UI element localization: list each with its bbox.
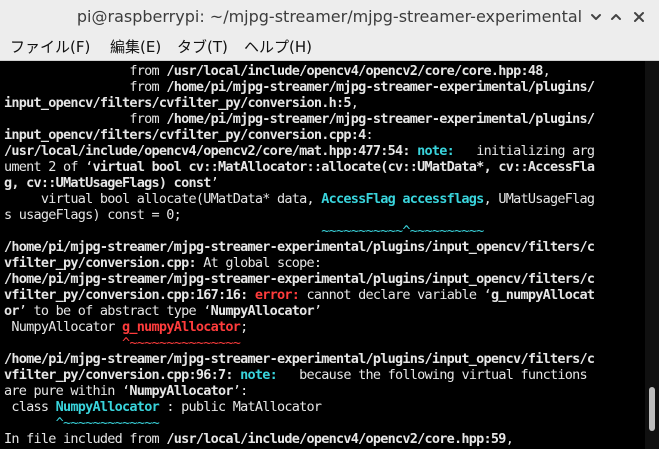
terminal-text-segment: /home/pi/mjpg-streamer/mjpg-streamer-exp… <box>4 351 595 367</box>
window-title: pi@raspberrypi: ~/mjpg-streamer/mjpg-str… <box>76 7 583 26</box>
terminal-text-segment: input_opencv/filters/cvfilter_py/convers… <box>4 127 366 143</box>
terminal-text-segment: from <box>4 79 167 95</box>
terminal-line: vfilter_py/conversion.cpp:167:16: error:… <box>4 287 595 303</box>
terminal-line: virtual bool allocate(UMatData* data, Ac… <box>4 191 595 207</box>
terminal-line: from /home/pi/mjpg-streamer/mjpg-streame… <box>4 111 595 127</box>
terminal-text-segment: vfilter_py/conversion.cpp: <box>4 255 197 271</box>
terminal-text-segment: from <box>4 111 167 127</box>
terminal-line: NumpyAllocator g_numpyAllocator; <box>4 319 248 335</box>
menu-tabs[interactable]: タブ(T) <box>177 34 228 60</box>
title-bar[interactable]: pi@raspberrypi: ~/mjpg-streamer/mjpg-str… <box>0 0 659 34</box>
terminal-text-segment: initializing arg <box>454 143 595 159</box>
terminal-text-segment: ^~~~~~~~~~~~~~ <box>55 415 160 431</box>
terminal-text-segment: /usr/local/include/opencv4/opencv2/core/… <box>4 143 411 159</box>
menu-file[interactable]: ファイル(F) <box>10 34 90 60</box>
terminal-text-segment: /home/pi/mjpg-streamer/mjpg-streamer-exp… <box>166 111 595 127</box>
terminal-text-segment: /usr/local/include/opencv4/opencv2/core.… <box>166 431 506 447</box>
terminal-text-segment: NumpyAllocator <box>55 399 160 415</box>
terminal-text-segment: vfilter_py/conversion.cpp:96:7: <box>4 367 233 383</box>
terminal-text-segment: virtual bool cv::MatAllocator::allocate(… <box>92 159 595 175</box>
terminal-line: ument 2 of ‘virtual bool cv::MatAllocato… <box>4 159 595 175</box>
terminal-text-segment: ’: <box>232 383 249 399</box>
terminal-line: vfilter_py/conversion.cpp:96:7: note: be… <box>4 367 588 383</box>
terminal-text-segment: input_opencv/filters/cvfilter_py/convers… <box>4 95 352 111</box>
terminal-text-segment: ’ to be of abstract type ‘ <box>18 303 212 319</box>
terminal-line: ^~~~~~~~~~~~~~~~ <box>4 335 241 351</box>
terminal-text-segment: : public MatAllocator <box>158 399 322 415</box>
terminal-text-segment: note: <box>240 367 278 383</box>
terminal-text-segment: are pure within ‘ <box>4 383 130 399</box>
terminal-text-segment: cannot declare variable ‘ <box>299 287 492 303</box>
terminal-line: /home/pi/mjpg-streamer/mjpg-streamer-exp… <box>4 271 595 287</box>
terminal-text-segment: g_numpyAllocat <box>490 287 595 303</box>
minimize-icon[interactable] <box>585 6 607 28</box>
terminal-text-segment: At global scope: <box>195 255 322 271</box>
menu-edit[interactable]: 編集(E) <box>110 34 161 60</box>
terminal-line: ~~~~~~~~~~~^~~~~~~~~~~ <box>4 223 484 239</box>
terminal-text-segment: ; <box>240 319 248 335</box>
terminal-line: /home/pi/mjpg-streamer/mjpg-streamer-exp… <box>4 239 595 255</box>
menu-help[interactable]: ヘルプ(H) <box>244 34 312 60</box>
terminal-text-segment: vfilter_py/conversion.cpp:167:16: <box>4 287 248 303</box>
terminal-text-segment: ument 2 of ‘ <box>4 159 93 175</box>
terminal-line: from /home/pi/mjpg-streamer/mjpg-streame… <box>4 79 595 95</box>
terminal-text-segment: g, cv::UMatUsageFlags) const <box>4 175 211 191</box>
terminal-text-segment: ’ <box>313 303 322 319</box>
terminal-line: or’ to be of abstract type ‘NumpyAllocat… <box>4 303 322 319</box>
terminal-line: vfilter_py/conversion.cpp: At global sco… <box>4 255 322 271</box>
terminal-text-segment: , <box>505 431 514 447</box>
terminal-text-segment: /home/pi/mjpg-streamer/mjpg-streamer-exp… <box>4 239 595 255</box>
close-icon[interactable] <box>628 6 650 28</box>
terminal-text-segment: /usr/local/include/opencv4/opencv2/core/… <box>166 63 543 79</box>
terminal-line: g, cv::UMatUsageFlags) const’ <box>4 175 219 191</box>
terminal-line: s usageFlags) const = 0; <box>4 207 182 223</box>
terminal-line: are pure within ‘NumpyAllocator’: <box>4 383 249 399</box>
terminal-line: /usr/local/include/opencv4/opencv2/core/… <box>4 143 595 159</box>
terminal-text-segment: , <box>542 63 551 79</box>
terminal-text-segment: , UMatUsageFlag <box>483 191 595 207</box>
terminal-text-segment: NumpyAllocator <box>210 303 315 319</box>
scrollbar[interactable] <box>645 61 659 449</box>
terminal-text-segment: class <box>4 399 56 415</box>
terminal-line: /home/pi/mjpg-streamer/mjpg-streamer-exp… <box>4 351 595 367</box>
terminal-line: input_opencv/filters/cvfilter_py/convers… <box>4 127 374 143</box>
terminal-line: ^~~~~~~~~~~~~~ <box>4 415 160 431</box>
terminal-text-segment: because the following virtual functions <box>277 367 587 383</box>
terminal-text-segment: NumpyAllocator <box>4 319 123 335</box>
terminal-text-segment: error: <box>254 287 300 303</box>
terminal-text-segment: In file included from <box>4 431 167 447</box>
terminal-text-segment: ’ <box>210 175 219 191</box>
terminal-text-segment: , <box>350 95 359 111</box>
terminal-text-segment: ^~~~~~~~~~~~~~~~ <box>122 335 241 351</box>
terminal-text-segment: /home/pi/mjpg-streamer/mjpg-streamer-exp… <box>166 79 595 95</box>
terminal-output[interactable]: from /usr/local/include/opencv4/opencv2/… <box>0 61 659 449</box>
terminal-text-segment: /home/pi/mjpg-streamer/mjpg-streamer-exp… <box>4 271 595 287</box>
terminal-line: from /usr/local/include/opencv4/opencv2/… <box>4 63 550 79</box>
terminal-text-segment: AccessFlag accessflags <box>321 191 484 207</box>
terminal-line: In file included from /usr/local/include… <box>4 431 514 447</box>
terminal-text-segment: note: <box>417 143 455 159</box>
scrollbar-thumb[interactable] <box>649 387 655 431</box>
terminal-text-segment: virtual bool allocate(UMatData* data, <box>4 191 322 207</box>
terminal-line: class NumpyAllocator : public MatAllocat… <box>4 399 322 415</box>
terminal-text-segment: : <box>365 127 374 143</box>
terminal-line: input_opencv/filters/cvfilter_py/convers… <box>4 95 359 111</box>
terminal-text-segment: g_numpyAllocator <box>122 319 241 335</box>
terminal-text-segment: NumpyAllocator <box>129 383 233 399</box>
terminal-text-segment: ~~~~~~~~~~~^~~~~~~~~~~ <box>321 223 484 239</box>
maximize-icon[interactable] <box>605 6 627 28</box>
terminal-text-segment: or <box>4 303 20 319</box>
terminal-text-segment: s usageFlags) const = 0; <box>4 207 182 223</box>
terminal-text-segment: from <box>4 63 167 79</box>
menu-bar: ファイル(F) 編集(E) タブ(T) ヘルプ(H) <box>0 34 659 61</box>
